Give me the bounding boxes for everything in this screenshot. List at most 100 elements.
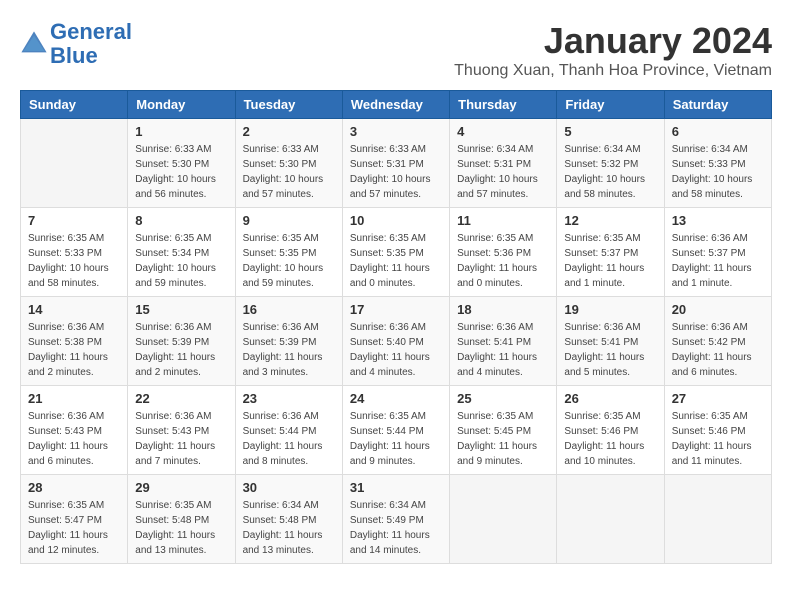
sunrise: Sunrise: 6:36 AM xyxy=(135,320,227,335)
sunrise: Sunrise: 6:36 AM xyxy=(243,320,335,335)
day-info: Sunrise: 6:35 AM Sunset: 5:47 PM Dayligh… xyxy=(28,498,120,558)
sunrise: Sunrise: 6:36 AM xyxy=(672,320,764,335)
sunset: Sunset: 5:41 PM xyxy=(457,335,549,350)
day-info: Sunrise: 6:36 AM Sunset: 5:43 PM Dayligh… xyxy=(28,409,120,469)
day-number: 23 xyxy=(243,391,335,406)
sunrise: Sunrise: 6:33 AM xyxy=(350,142,442,157)
day-number: 30 xyxy=(243,480,335,495)
daylight: Daylight: 11 hours and 3 minutes. xyxy=(243,350,335,380)
day-number: 21 xyxy=(28,391,120,406)
sunset: Sunset: 5:39 PM xyxy=(243,335,335,350)
daylight: Daylight: 11 hours and 0 minutes. xyxy=(350,261,442,291)
day-info: Sunrise: 6:34 AM Sunset: 5:49 PM Dayligh… xyxy=(350,498,442,558)
daylight: Daylight: 11 hours and 4 minutes. xyxy=(350,350,442,380)
sunset: Sunset: 5:43 PM xyxy=(28,424,120,439)
day-info: Sunrise: 6:35 AM Sunset: 5:35 PM Dayligh… xyxy=(243,231,335,291)
daylight: Daylight: 11 hours and 1 minute. xyxy=(564,261,656,291)
day-info: Sunrise: 6:34 AM Sunset: 5:33 PM Dayligh… xyxy=(672,142,764,202)
day-number: 20 xyxy=(672,302,764,317)
day-number: 27 xyxy=(672,391,764,406)
calendar-header: Sunday Monday Tuesday Wednesday Thursday… xyxy=(21,91,772,119)
calendar-cell: 22 Sunrise: 6:36 AM Sunset: 5:43 PM Dayl… xyxy=(128,386,235,475)
day-info: Sunrise: 6:36 AM Sunset: 5:41 PM Dayligh… xyxy=(564,320,656,380)
weekday-thursday: Thursday xyxy=(450,91,557,119)
day-info: Sunrise: 6:35 AM Sunset: 5:46 PM Dayligh… xyxy=(672,409,764,469)
sunrise: Sunrise: 6:34 AM xyxy=(672,142,764,157)
daylight: Daylight: 10 hours and 59 minutes. xyxy=(135,261,227,291)
weekday-saturday: Saturday xyxy=(664,91,771,119)
day-number: 15 xyxy=(135,302,227,317)
weekday-tuesday: Tuesday xyxy=(235,91,342,119)
weekday-row: Sunday Monday Tuesday Wednesday Thursday… xyxy=(21,91,772,119)
sunrise: Sunrise: 6:35 AM xyxy=(350,231,442,246)
daylight: Daylight: 11 hours and 4 minutes. xyxy=(457,350,549,380)
calendar-cell: 16 Sunrise: 6:36 AM Sunset: 5:39 PM Dayl… xyxy=(235,297,342,386)
sunset: Sunset: 5:40 PM xyxy=(350,335,442,350)
weekday-friday: Friday xyxy=(557,91,664,119)
daylight: Daylight: 10 hours and 58 minutes. xyxy=(28,261,120,291)
calendar-cell: 18 Sunrise: 6:36 AM Sunset: 5:41 PM Dayl… xyxy=(450,297,557,386)
daylight: Daylight: 11 hours and 6 minutes. xyxy=(672,350,764,380)
day-info: Sunrise: 6:36 AM Sunset: 5:40 PM Dayligh… xyxy=(350,320,442,380)
day-info: Sunrise: 6:35 AM Sunset: 5:36 PM Dayligh… xyxy=(457,231,549,291)
sunrise: Sunrise: 6:36 AM xyxy=(672,231,764,246)
daylight: Daylight: 11 hours and 13 minutes. xyxy=(243,528,335,558)
day-number: 11 xyxy=(457,213,549,228)
daylight: Daylight: 11 hours and 1 minute. xyxy=(672,261,764,291)
daylight: Daylight: 11 hours and 14 minutes. xyxy=(350,528,442,558)
sunrise: Sunrise: 6:33 AM xyxy=(243,142,335,157)
day-number: 13 xyxy=(672,213,764,228)
sunrise: Sunrise: 6:35 AM xyxy=(350,409,442,424)
calendar-week-5: 28 Sunrise: 6:35 AM Sunset: 5:47 PM Dayl… xyxy=(21,475,772,564)
calendar-cell: 23 Sunrise: 6:36 AM Sunset: 5:44 PM Dayl… xyxy=(235,386,342,475)
sunset: Sunset: 5:34 PM xyxy=(135,246,227,261)
calendar-cell: 20 Sunrise: 6:36 AM Sunset: 5:42 PM Dayl… xyxy=(664,297,771,386)
daylight: Daylight: 10 hours and 58 minutes. xyxy=(672,172,764,202)
weekday-monday: Monday xyxy=(128,91,235,119)
daylight: Daylight: 11 hours and 10 minutes. xyxy=(564,439,656,469)
calendar-cell: 2 Sunrise: 6:33 AM Sunset: 5:30 PM Dayli… xyxy=(235,119,342,208)
day-info: Sunrise: 6:35 AM Sunset: 5:33 PM Dayligh… xyxy=(28,231,120,291)
daylight: Daylight: 11 hours and 8 minutes. xyxy=(243,439,335,469)
sunrise: Sunrise: 6:36 AM xyxy=(28,320,120,335)
daylight: Daylight: 11 hours and 9 minutes. xyxy=(457,439,549,469)
sunrise: Sunrise: 6:35 AM xyxy=(457,231,549,246)
calendar-cell: 14 Sunrise: 6:36 AM Sunset: 5:38 PM Dayl… xyxy=(21,297,128,386)
sunrise: Sunrise: 6:34 AM xyxy=(350,498,442,513)
sunrise: Sunrise: 6:35 AM xyxy=(564,231,656,246)
calendar-week-3: 14 Sunrise: 6:36 AM Sunset: 5:38 PM Dayl… xyxy=(21,297,772,386)
day-number: 16 xyxy=(243,302,335,317)
calendar-cell: 27 Sunrise: 6:35 AM Sunset: 5:46 PM Dayl… xyxy=(664,386,771,475)
calendar-cell: 19 Sunrise: 6:36 AM Sunset: 5:41 PM Dayl… xyxy=(557,297,664,386)
sunrise: Sunrise: 6:36 AM xyxy=(564,320,656,335)
sunrise: Sunrise: 6:36 AM xyxy=(457,320,549,335)
sunrise: Sunrise: 6:35 AM xyxy=(243,231,335,246)
sunset: Sunset: 5:48 PM xyxy=(135,513,227,528)
day-number: 29 xyxy=(135,480,227,495)
calendar-cell: 4 Sunrise: 6:34 AM Sunset: 5:31 PM Dayli… xyxy=(450,119,557,208)
day-info: Sunrise: 6:35 AM Sunset: 5:44 PM Dayligh… xyxy=(350,409,442,469)
daylight: Daylight: 11 hours and 7 minutes. xyxy=(135,439,227,469)
sunset: Sunset: 5:32 PM xyxy=(564,157,656,172)
day-info: Sunrise: 6:34 AM Sunset: 5:32 PM Dayligh… xyxy=(564,142,656,202)
calendar-cell: 12 Sunrise: 6:35 AM Sunset: 5:37 PM Dayl… xyxy=(557,208,664,297)
day-info: Sunrise: 6:36 AM Sunset: 5:39 PM Dayligh… xyxy=(135,320,227,380)
sunset: Sunset: 5:37 PM xyxy=(672,246,764,261)
sunset: Sunset: 5:48 PM xyxy=(243,513,335,528)
sunset: Sunset: 5:46 PM xyxy=(564,424,656,439)
sunrise: Sunrise: 6:35 AM xyxy=(28,231,120,246)
sunset: Sunset: 5:31 PM xyxy=(457,157,549,172)
sunrise: Sunrise: 6:35 AM xyxy=(457,409,549,424)
daylight: Daylight: 10 hours and 57 minutes. xyxy=(350,172,442,202)
calendar-cell: 3 Sunrise: 6:33 AM Sunset: 5:31 PM Dayli… xyxy=(342,119,449,208)
day-info: Sunrise: 6:36 AM Sunset: 5:38 PM Dayligh… xyxy=(28,320,120,380)
day-info: Sunrise: 6:35 AM Sunset: 5:34 PM Dayligh… xyxy=(135,231,227,291)
sunset: Sunset: 5:39 PM xyxy=(135,335,227,350)
day-info: Sunrise: 6:36 AM Sunset: 5:41 PM Dayligh… xyxy=(457,320,549,380)
day-number: 24 xyxy=(350,391,442,406)
day-info: Sunrise: 6:35 AM Sunset: 5:45 PM Dayligh… xyxy=(457,409,549,469)
daylight: Daylight: 10 hours and 57 minutes. xyxy=(457,172,549,202)
calendar-week-1: 1 Sunrise: 6:33 AM Sunset: 5:30 PM Dayli… xyxy=(21,119,772,208)
day-number: 19 xyxy=(564,302,656,317)
calendar-cell: 15 Sunrise: 6:36 AM Sunset: 5:39 PM Dayl… xyxy=(128,297,235,386)
